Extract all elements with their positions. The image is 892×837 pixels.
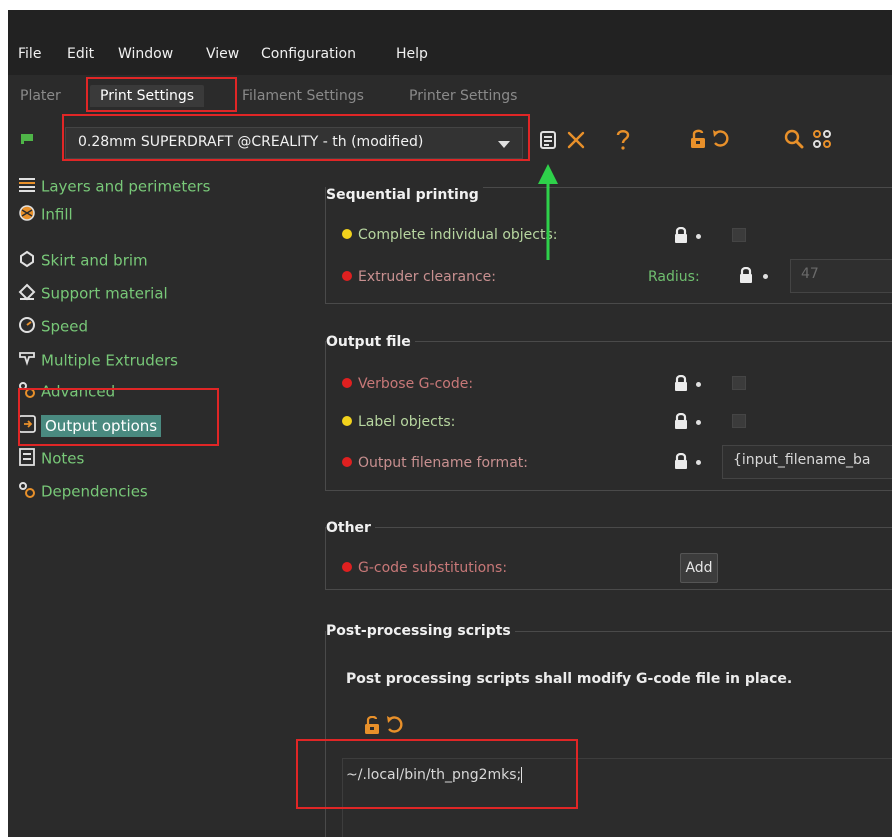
- sidebar-item-advanced[interactable]: Advanced: [18, 379, 115, 403]
- tab-filament-settings[interactable]: Filament Settings: [242, 85, 364, 107]
- radius-input[interactable]: 47: [790, 259, 892, 293]
- mode-dot-icon: [342, 457, 352, 467]
- option-label-objects: Label objects:: [342, 413, 455, 431]
- chevron-down-icon: [498, 141, 510, 148]
- lock-icon[interactable]: [674, 375, 688, 391]
- sidebar-item-notes[interactable]: Notes: [18, 446, 84, 470]
- sidebar-item-layers[interactable]: Layers and perimeters: [18, 174, 210, 198]
- sidebar-item-label: Layers and perimeters: [41, 177, 211, 196]
- lock-icon[interactable]: [674, 413, 688, 429]
- sidebar-item-label: Support material: [41, 284, 168, 303]
- menu-file[interactable]: File: [18, 45, 41, 63]
- lock-icon[interactable]: [364, 716, 380, 734]
- section-title: Other: [326, 519, 375, 537]
- option-complete-objects: Complete individual objects:: [342, 226, 557, 244]
- help-icon[interactable]: [616, 129, 630, 151]
- sidebar-item-support[interactable]: Support material: [18, 281, 168, 305]
- sidebar-item-label: Output options: [41, 414, 162, 437]
- option-output-filename-format: Output filename format:: [342, 454, 528, 472]
- undo-icon[interactable]: [712, 129, 730, 149]
- post-processing-scripts-textarea[interactable]: ~/.local/bin/th_png2mks;: [342, 758, 892, 837]
- extruders-icon: [19, 351, 35, 366]
- sidebar-item-label: Advanced: [41, 382, 116, 401]
- post-processing-note: Post processing scripts shall modify G-c…: [346, 671, 793, 687]
- sidebar-item-label: Speed: [41, 317, 89, 336]
- output-icon: [18, 414, 36, 433]
- option-gcode-substitutions: G-code substitutions:: [342, 559, 507, 577]
- settings-sidebar: Layers and perimeters Infill Skirt and b…: [8, 170, 318, 837]
- mode-dot-icon: [342, 562, 352, 572]
- sidebar-item-extruders[interactable]: Multiple Extruders: [18, 348, 178, 372]
- menu-window[interactable]: Window: [118, 45, 173, 63]
- support-icon: [18, 283, 36, 300]
- save-icon[interactable]: [540, 131, 556, 149]
- mode-dot-icon: [342, 271, 352, 281]
- script-text: ~/.local/bin/th_png2mks;: [346, 767, 522, 783]
- preset-name: 0.28mm SUPERDRAFT @CREALITY - th (modifi…: [78, 134, 424, 150]
- lock-icon[interactable]: [739, 267, 753, 283]
- search-icon[interactable]: [784, 129, 804, 149]
- mode-dot-icon: [342, 229, 352, 239]
- undo-icon[interactable]: [386, 715, 404, 735]
- sidebar-item-label: Notes: [41, 449, 85, 468]
- system-value-dot-icon: [696, 382, 701, 387]
- infill-icon: [19, 204, 35, 221]
- lock-icon[interactable]: [674, 227, 688, 243]
- menu-edit[interactable]: Edit: [67, 45, 94, 63]
- sidebar-item-infill[interactable]: Infill: [18, 202, 73, 226]
- label-objects-checkbox[interactable]: [732, 414, 746, 428]
- option-verbose-gcode: Verbose G-code:: [342, 375, 473, 393]
- delete-icon[interactable]: [567, 131, 585, 149]
- sidebar-item-speed[interactable]: Speed: [18, 314, 88, 338]
- verbose-gcode-checkbox[interactable]: [732, 376, 746, 390]
- tab-printer-settings[interactable]: Printer Settings: [409, 85, 517, 107]
- advanced-icon: [19, 381, 35, 398]
- annotation-arrow-icon: [538, 164, 558, 260]
- mode-dot-icon: [342, 378, 352, 388]
- flag-icon: [21, 134, 33, 144]
- system-value-dot-icon: [763, 274, 768, 279]
- menu-configuration[interactable]: Configuration: [261, 45, 356, 63]
- sidebar-item-skirt[interactable]: Skirt and brim: [18, 248, 148, 272]
- system-value-dot-icon: [696, 234, 701, 239]
- menu-help[interactable]: Help: [396, 45, 428, 63]
- output-filename-input[interactable]: {input_filename_ba: [722, 445, 892, 479]
- notes-icon: [19, 447, 35, 466]
- prusaslicer-window: File Edit Window View Configuration Help…: [8, 10, 892, 837]
- tab-plater[interactable]: Plater: [20, 85, 61, 107]
- section-title: Post-processing scripts: [326, 622, 515, 640]
- settings-panel: Sequential printing Complete individual …: [318, 170, 892, 837]
- sidebar-item-label: Multiple Extruders: [41, 351, 178, 370]
- tab-print-settings[interactable]: Print Settings: [90, 85, 205, 107]
- sidebar-item-dependencies[interactable]: Dependencies: [18, 479, 148, 503]
- dependencies-icon: [19, 481, 35, 498]
- tab-bar: Plater Print Settings Filament Settings …: [8, 75, 892, 117]
- lock-icon[interactable]: [690, 129, 706, 149]
- system-value-dot-icon: [696, 460, 701, 465]
- sidebar-item-label: Infill: [41, 205, 73, 224]
- system-value-dot-icon: [696, 420, 701, 425]
- section-title: Sequential printing: [326, 186, 483, 204]
- sidebar-item-label: Skirt and brim: [41, 251, 148, 270]
- radius-label: Radius:: [648, 269, 700, 285]
- layers-icon: [19, 177, 35, 192]
- skirt-icon: [20, 250, 34, 267]
- menu-view[interactable]: View: [206, 45, 239, 63]
- menu-bar: File Edit Window View Configuration Help: [8, 10, 892, 75]
- compare-icon[interactable]: [813, 130, 831, 148]
- preset-toolbar: 0.28mm SUPERDRAFT @CREALITY - th (modifi…: [8, 117, 892, 170]
- complete-objects-checkbox[interactable]: [732, 228, 746, 242]
- lock-icon[interactable]: [674, 453, 688, 469]
- mode-dot-icon: [342, 416, 352, 426]
- section-title: Output file: [326, 333, 415, 351]
- sidebar-item-label: Dependencies: [41, 482, 148, 501]
- sidebar-item-output-options[interactable]: Output options: [18, 413, 162, 437]
- preset-dropdown[interactable]: 0.28mm SUPERDRAFT @CREALITY - th (modifi…: [65, 127, 523, 159]
- text-cursor: [521, 767, 523, 783]
- option-extruder-clearance: Extruder clearance:: [342, 268, 496, 286]
- speed-icon: [19, 316, 35, 333]
- add-substitution-button[interactable]: Add: [680, 553, 718, 583]
